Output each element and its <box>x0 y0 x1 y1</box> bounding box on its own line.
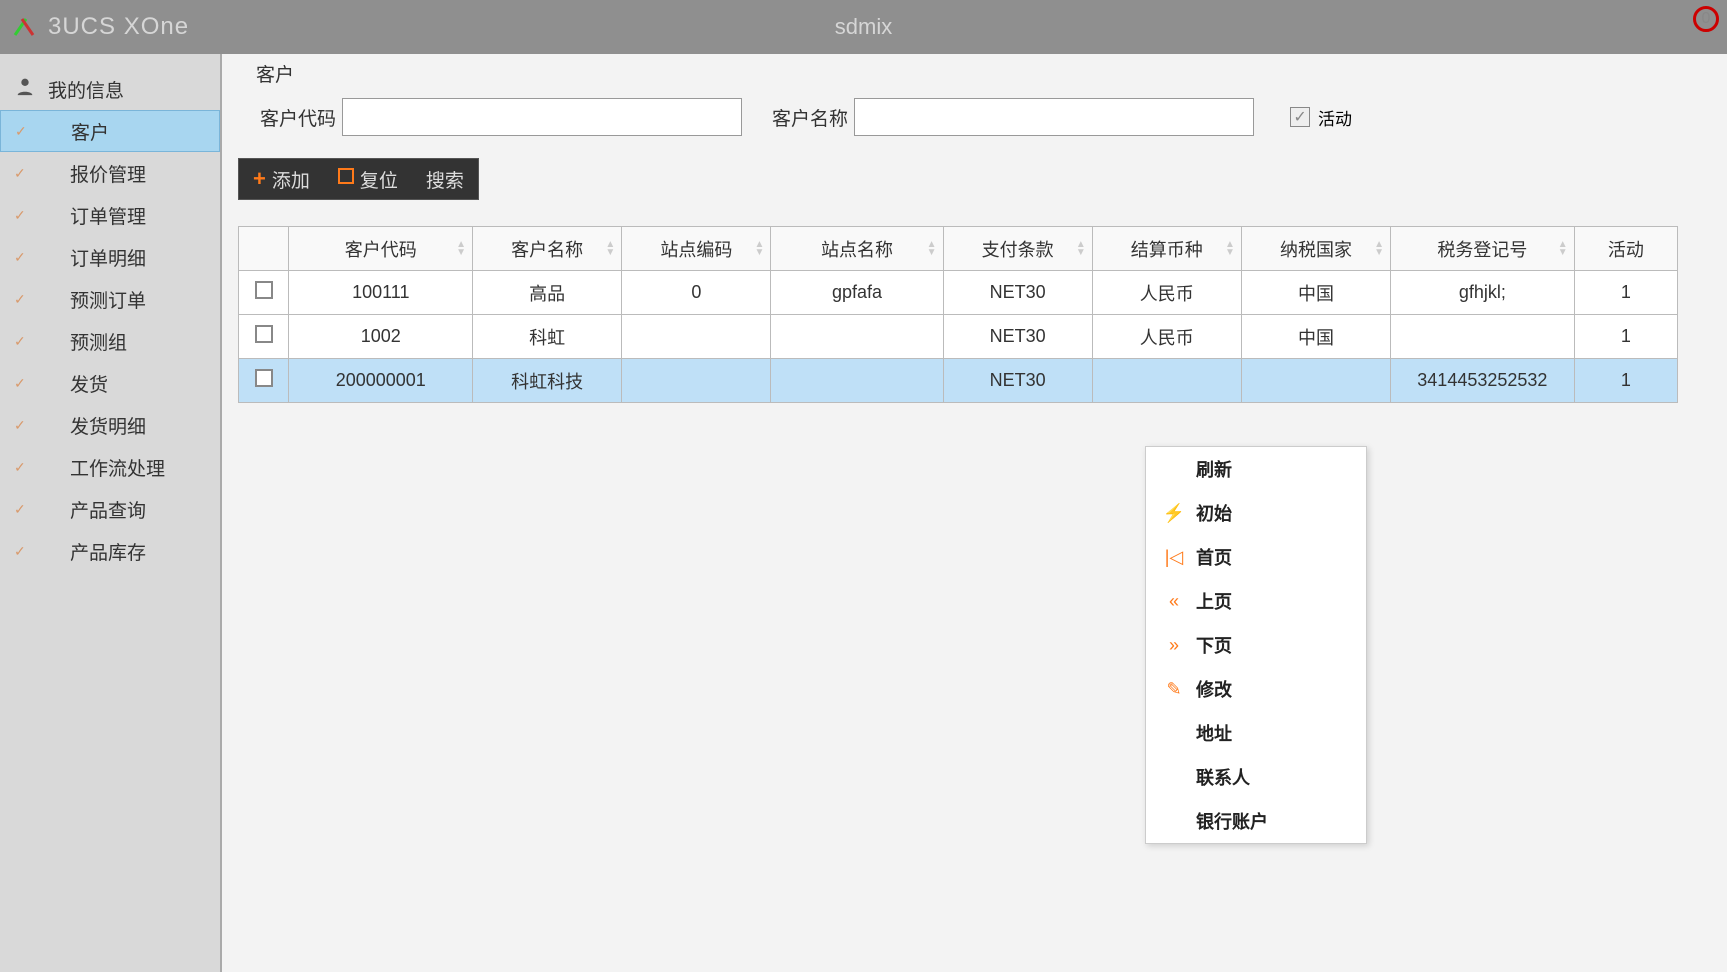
toolbar: + 添加 复位 搜索 <box>238 158 479 200</box>
app-title: 3UCS XOne <box>48 13 189 41</box>
sort-icon: ▲▼ <box>1558 241 1568 257</box>
header-site-name[interactable]: 站点名称▲▼ <box>771 227 943 271</box>
check-icon: ✓ <box>14 417 26 434</box>
header-tax-country[interactable]: 纳税国家▲▼ <box>1241 227 1390 271</box>
next-page-icon: » <box>1160 635 1188 656</box>
sidebar: 我的信息 ✓ 客户 ✓报价管理 ✓订单管理 ✓订单明细 ✓预测订单 ✓预测组 ✓… <box>0 54 220 972</box>
check-icon: ✓ <box>14 333 26 350</box>
sort-icon: ▲▼ <box>1374 241 1384 257</box>
panel-legend: 客户 <box>250 60 300 87</box>
notification-badge[interactable]: 0 <box>1693 6 1719 32</box>
sidebar-item-ship[interactable]: ✓发货 <box>0 362 220 404</box>
filter-code-input[interactable] <box>342 98 742 136</box>
search-button[interactable]: 搜索 <box>412 159 478 199</box>
check-icon: ✓ <box>14 291 26 308</box>
content-panel: 客户 客户代码 客户名称 ✓ 活动 + 添加 复位 搜索 <box>220 54 1727 972</box>
reset-button[interactable]: 复位 <box>324 159 412 199</box>
prev-page-icon: « <box>1160 591 1188 612</box>
sort-icon: ▲▼ <box>605 241 615 257</box>
check-icon: ✓ <box>14 375 26 392</box>
filter-row: 客户代码 客户名称 ✓ 活动 <box>260 98 1727 136</box>
cm-next-page[interactable]: »下页 <box>1146 623 1366 667</box>
sort-icon: ▲▼ <box>755 241 765 257</box>
first-page-icon: |◁ <box>1160 547 1188 568</box>
header-pay-terms[interactable]: 支付条款▲▼ <box>943 227 1092 271</box>
cm-prev-page[interactable]: «上页 <box>1146 579 1366 623</box>
sort-icon: ▲▼ <box>456 241 466 257</box>
header-code[interactable]: 客户代码▲▼ <box>289 227 473 271</box>
table-header-row: 客户代码▲▼ 客户名称▲▼ 站点编码▲▼ 站点名称▲▼ 支付条款▲▼ 结算币种▲… <box>239 227 1678 271</box>
app-logo-icon <box>12 15 36 39</box>
main-layout: 我的信息 ✓ 客户 ✓报价管理 ✓订单管理 ✓订单明细 ✓预测订单 ✓预测组 ✓… <box>0 54 1727 972</box>
check-icon: ✓ <box>14 543 26 560</box>
row-checkbox[interactable] <box>255 325 273 343</box>
square-icon <box>338 168 354 190</box>
sidebar-item-order-detail[interactable]: ✓订单明细 <box>0 236 220 278</box>
window-title: sdmix <box>835 14 892 40</box>
sidebar-item-order[interactable]: ✓订单管理 <box>0 194 220 236</box>
cm-contact[interactable]: 联系人 <box>1146 755 1366 799</box>
pencil-icon: ✎ <box>1160 679 1188 700</box>
header-site-code[interactable]: 站点编码▲▼ <box>622 227 771 271</box>
table-row[interactable]: 1002 科虹 NET30 人民币 中国 1 <box>239 315 1678 359</box>
context-menu: 刷新 ⚡初始 |◁首页 «上页 »下页 ✎修改 地址 联系人 银行账户 <box>1145 446 1367 844</box>
row-checkbox[interactable] <box>255 281 273 299</box>
table-row[interactable]: 100111 高品 0 gpfafa NET30 人民币 中国 gfhjkl; … <box>239 271 1678 315</box>
check-icon: ✓ <box>15 123 27 140</box>
header-currency[interactable]: 结算币种▲▼ <box>1092 227 1241 271</box>
sidebar-item-product-stock[interactable]: ✓产品库存 <box>0 530 220 572</box>
sidebar-item-forecast-group[interactable]: ✓预测组 <box>0 320 220 362</box>
check-icon: ✓ <box>14 249 26 266</box>
header-tax-reg[interactable]: 税务登记号▲▼ <box>1391 227 1575 271</box>
bolt-icon: ⚡ <box>1160 503 1188 524</box>
cm-edit[interactable]: ✎修改 <box>1146 667 1366 711</box>
sidebar-item-customer[interactable]: ✓ 客户 <box>0 110 220 152</box>
cm-first-page[interactable]: |◁首页 <box>1146 535 1366 579</box>
sidebar-item-quote[interactable]: ✓报价管理 <box>0 152 220 194</box>
header-active[interactable]: 活动 <box>1574 227 1677 271</box>
add-button[interactable]: + 添加 <box>239 159 324 199</box>
sidebar-header-myinfo[interactable]: 我的信息 <box>0 68 220 110</box>
header-name[interactable]: 客户名称▲▼ <box>473 227 622 271</box>
person-icon <box>14 75 36 103</box>
checkbox-icon: ✓ <box>1290 107 1310 127</box>
header-checkbox[interactable] <box>239 227 289 271</box>
sort-icon: ▲▼ <box>1076 241 1086 257</box>
active-label: 活动 <box>1318 105 1352 130</box>
sidebar-item-product-query[interactable]: ✓产品查询 <box>0 488 220 530</box>
row-checkbox[interactable] <box>255 369 273 387</box>
customer-table: 客户代码▲▼ 客户名称▲▼ 站点编码▲▼ 站点名称▲▼ 支付条款▲▼ 结算币种▲… <box>238 226 1678 403</box>
filter-name-input[interactable] <box>854 98 1254 136</box>
active-checkbox[interactable]: ✓ 活动 <box>1290 105 1352 130</box>
plus-icon: + <box>253 166 266 192</box>
cm-bank-account[interactable]: 银行账户 <box>1146 799 1366 843</box>
titlebar: 3UCS XOne sdmix 0 <box>0 0 1727 54</box>
sort-icon: ▲▼ <box>1225 241 1235 257</box>
sidebar-item-ship-detail[interactable]: ✓发货明细 <box>0 404 220 446</box>
sidebar-item-forecast-order[interactable]: ✓预测订单 <box>0 278 220 320</box>
filter-code-label: 客户代码 <box>260 104 336 131</box>
cm-init[interactable]: ⚡初始 <box>1146 491 1366 535</box>
filter-name-label: 客户名称 <box>772 104 848 131</box>
check-icon: ✓ <box>14 165 26 182</box>
check-icon: ✓ <box>14 459 26 476</box>
sidebar-item-workflow[interactable]: ✓工作流处理 <box>0 446 220 488</box>
cm-refresh[interactable]: 刷新 <box>1146 447 1366 491</box>
check-icon: ✓ <box>14 207 26 224</box>
table-row[interactable]: 200000001 科虹科技 NET30 3414453252532 1 <box>239 359 1678 403</box>
cm-address[interactable]: 地址 <box>1146 711 1366 755</box>
check-icon: ✓ <box>14 501 26 518</box>
sidebar-header-label: 我的信息 <box>48 76 124 103</box>
sort-icon: ▲▼ <box>927 241 937 257</box>
